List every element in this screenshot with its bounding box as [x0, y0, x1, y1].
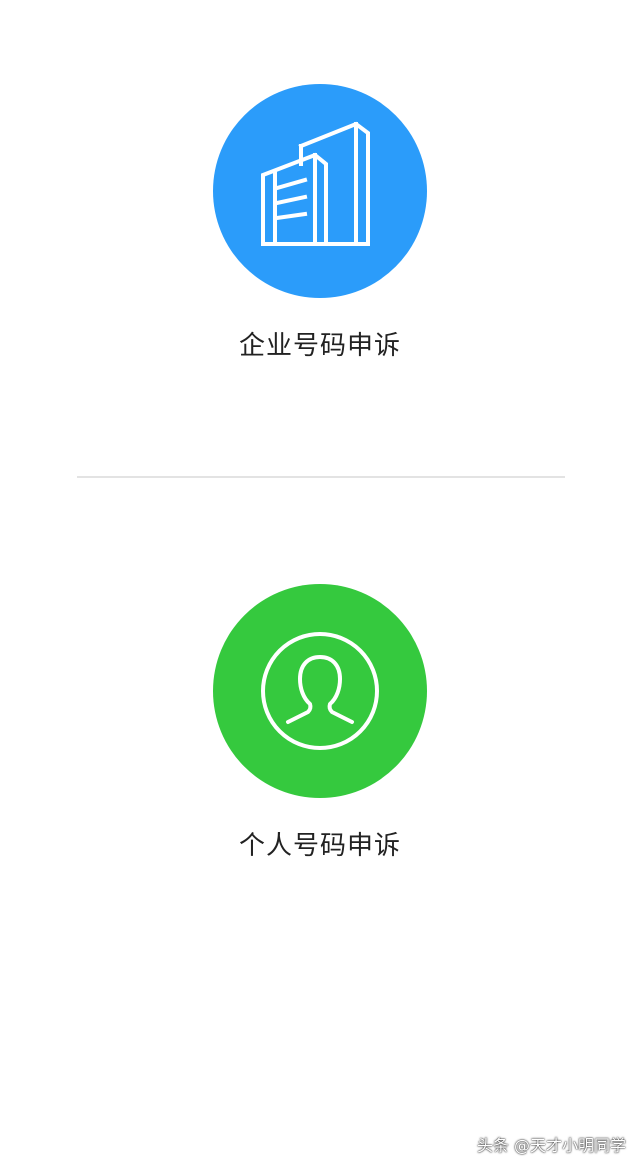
watermark-text: 头条 @天才小明同学	[476, 1136, 626, 1155]
building-icon	[261, 121, 370, 246]
section-divider	[77, 476, 565, 478]
enterprise-appeal-option[interactable]: 企业号码申诉	[0, 84, 640, 384]
personal-icon-circle[interactable]	[213, 584, 427, 798]
personal-appeal-option[interactable]: 个人号码申诉	[0, 584, 640, 884]
enterprise-appeal-label[interactable]: 企业号码申诉	[0, 328, 640, 364]
enterprise-icon-circle[interactable]	[213, 84, 427, 298]
personal-appeal-label[interactable]: 个人号码申诉	[0, 828, 640, 864]
person-icon	[261, 632, 379, 750]
